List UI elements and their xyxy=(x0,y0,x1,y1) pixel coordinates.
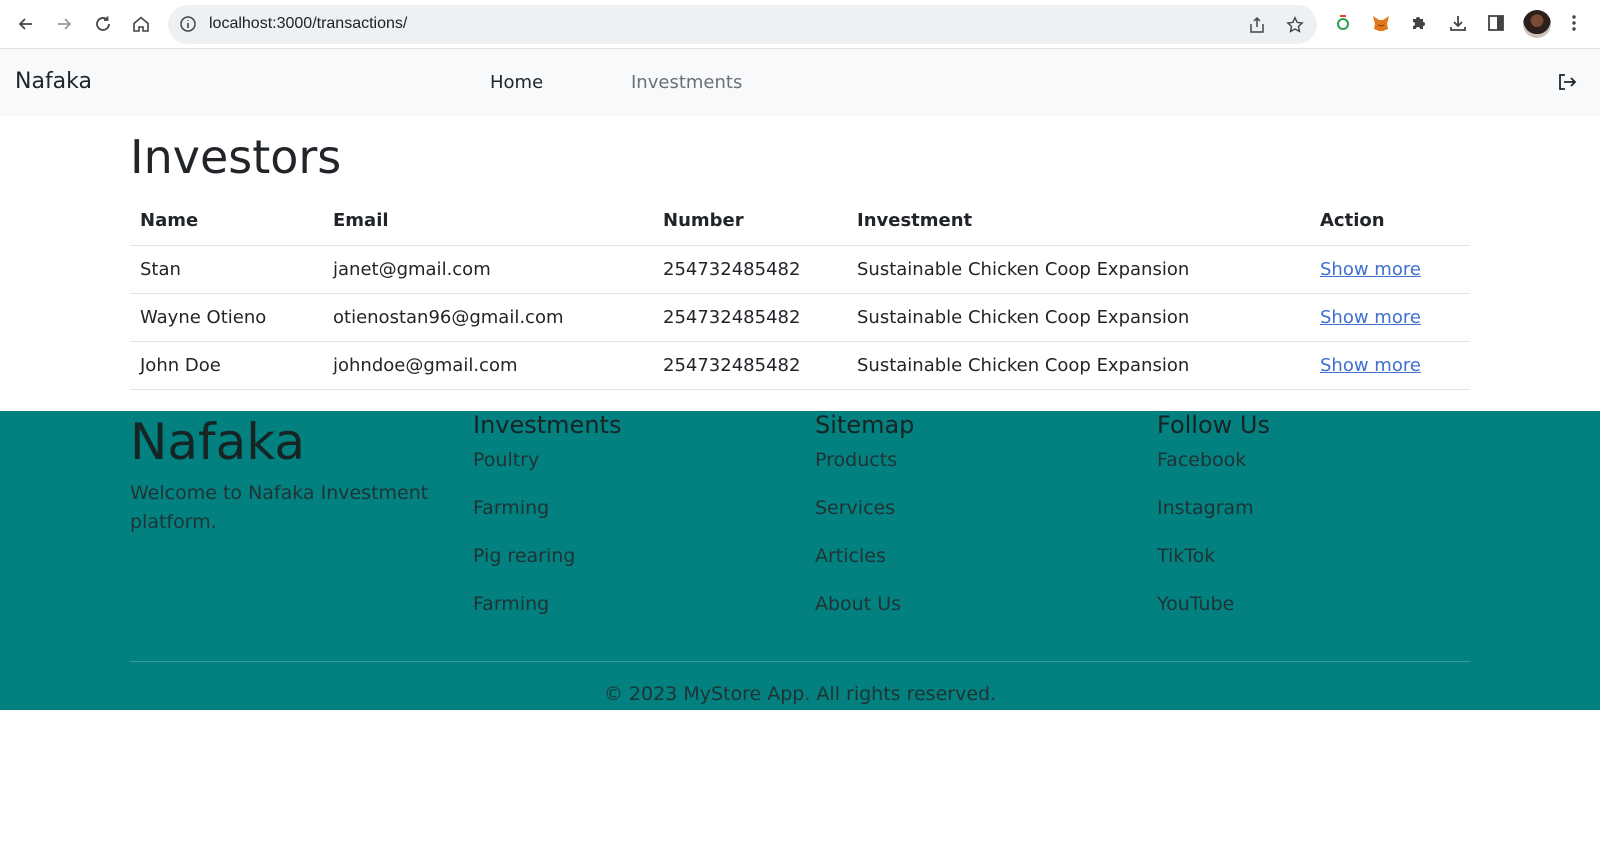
column-header-action: Action xyxy=(1310,197,1470,246)
footer-link-youtube[interactable]: YouTube xyxy=(1157,593,1270,641)
footer-link-poultry[interactable]: Poultry xyxy=(473,449,621,497)
footer-link-articles[interactable]: Articles xyxy=(815,545,914,593)
footer-link-services[interactable]: Services xyxy=(815,497,914,545)
cell-number: 254732485482 xyxy=(653,293,847,342)
extension-icon[interactable] xyxy=(1332,12,1354,34)
show-more-link[interactable]: Show more xyxy=(1320,355,1421,376)
table-row: Stan janet@gmail.com 254732485482 Sustai… xyxy=(130,245,1470,294)
cell-action: Show more xyxy=(1310,245,1470,294)
address-bar[interactable]: localhost:3000/transactions/ xyxy=(168,5,1317,44)
app-navbar: Nafaka Home Investments xyxy=(0,49,1600,116)
nav-link-investments[interactable]: Investments xyxy=(631,72,742,93)
table-row: John Doe johndoe@gmail.com 254732485482 … xyxy=(130,341,1470,390)
metamask-fox-icon[interactable] xyxy=(1370,12,1392,34)
navbar-brand[interactable]: Nafaka xyxy=(15,69,92,94)
column-header-investment: Investment xyxy=(847,197,1310,246)
cell-number: 254732485482 xyxy=(653,245,847,294)
column-header-name: Name xyxy=(130,197,323,246)
cell-investment: Sustainable Chicken Coop Expansion xyxy=(847,245,1310,294)
footer-welcome-text: Welcome to Nafaka Investment platform. xyxy=(130,482,429,533)
nav-link-home[interactable]: Home xyxy=(490,72,543,93)
investors-table: Name Email Number Investment Action Stan… xyxy=(130,197,1470,390)
site-info-icon[interactable] xyxy=(179,15,197,33)
cell-investment: Sustainable Chicken Coop Expansion xyxy=(847,293,1310,342)
table-row: Wayne Otieno otienostan96@gmail.com 2547… xyxy=(130,293,1470,342)
cell-action: Show more xyxy=(1310,293,1470,342)
profile-avatar[interactable] xyxy=(1523,10,1551,38)
site-footer: Nafaka Welcome to Nafaka Investment plat… xyxy=(0,411,1600,710)
column-header-email: Email xyxy=(323,197,653,246)
cell-investment: Sustainable Chicken Coop Expansion xyxy=(847,341,1310,390)
more-menu-icon[interactable] xyxy=(1563,12,1585,34)
cell-email: otienostan96@gmail.com xyxy=(323,293,653,342)
footer-link-instagram[interactable]: Instagram xyxy=(1157,497,1270,545)
footer-column-title: Investments xyxy=(473,411,622,439)
footer-copyright: © 2023 MyStore App. All rights reserved. xyxy=(603,683,997,705)
footer-link-farming-2[interactable]: Farming xyxy=(473,593,621,641)
footer-brand: Nafaka xyxy=(130,413,305,471)
footer-sitemap-column: Sitemap Products Services Articles About… xyxy=(815,411,914,641)
cell-number: 254732485482 xyxy=(653,341,847,390)
home-icon[interactable] xyxy=(126,9,156,39)
back-arrow-icon[interactable] xyxy=(11,9,41,39)
download-icon[interactable] xyxy=(1447,12,1469,34)
show-more-link[interactable]: Show more xyxy=(1320,307,1421,328)
puzzle-extensions-icon[interactable] xyxy=(1408,12,1430,34)
cell-email: janet@gmail.com xyxy=(323,245,653,294)
footer-investments-column: Investments Poultry Farming Pig rearing … xyxy=(473,411,621,641)
footer-link-tiktok[interactable]: TikTok xyxy=(1157,545,1270,593)
footer-link-pig-rearing[interactable]: Pig rearing xyxy=(473,545,621,593)
footer-column-title: Sitemap xyxy=(815,411,915,439)
share-icon[interactable] xyxy=(1248,16,1266,34)
footer-column-title: Follow Us xyxy=(1157,411,1270,439)
reload-icon[interactable] xyxy=(88,9,118,39)
cell-name: Wayne Otieno xyxy=(130,293,323,342)
cell-name: John Doe xyxy=(130,341,323,390)
table-header-row: Name Email Number Investment Action xyxy=(130,197,1470,246)
side-panel-icon[interactable] xyxy=(1485,12,1507,34)
url-text: localhost:3000/transactions/ xyxy=(209,15,408,32)
browser-toolbar: localhost:3000/transactions/ xyxy=(0,0,1600,49)
column-header-number: Number xyxy=(653,197,847,246)
cell-email: johndoe@gmail.com xyxy=(323,341,653,390)
footer-link-facebook[interactable]: Facebook xyxy=(1157,449,1270,497)
show-more-link[interactable]: Show more xyxy=(1320,259,1421,280)
footer-link-about-us[interactable]: About Us xyxy=(815,593,914,641)
footer-link-farming[interactable]: Farming xyxy=(473,497,621,545)
footer-link-products[interactable]: Products xyxy=(815,449,914,497)
footer-divider xyxy=(130,661,1470,662)
cell-action: Show more xyxy=(1310,341,1470,390)
forward-arrow-icon[interactable] xyxy=(49,9,79,39)
cell-name: Stan xyxy=(130,245,323,294)
page-title: Investors xyxy=(130,130,342,184)
bookmark-star-icon[interactable] xyxy=(1286,16,1304,34)
logout-icon[interactable] xyxy=(1556,71,1578,93)
footer-follow-column: Follow Us Facebook Instagram TikTok YouT… xyxy=(1157,411,1270,641)
